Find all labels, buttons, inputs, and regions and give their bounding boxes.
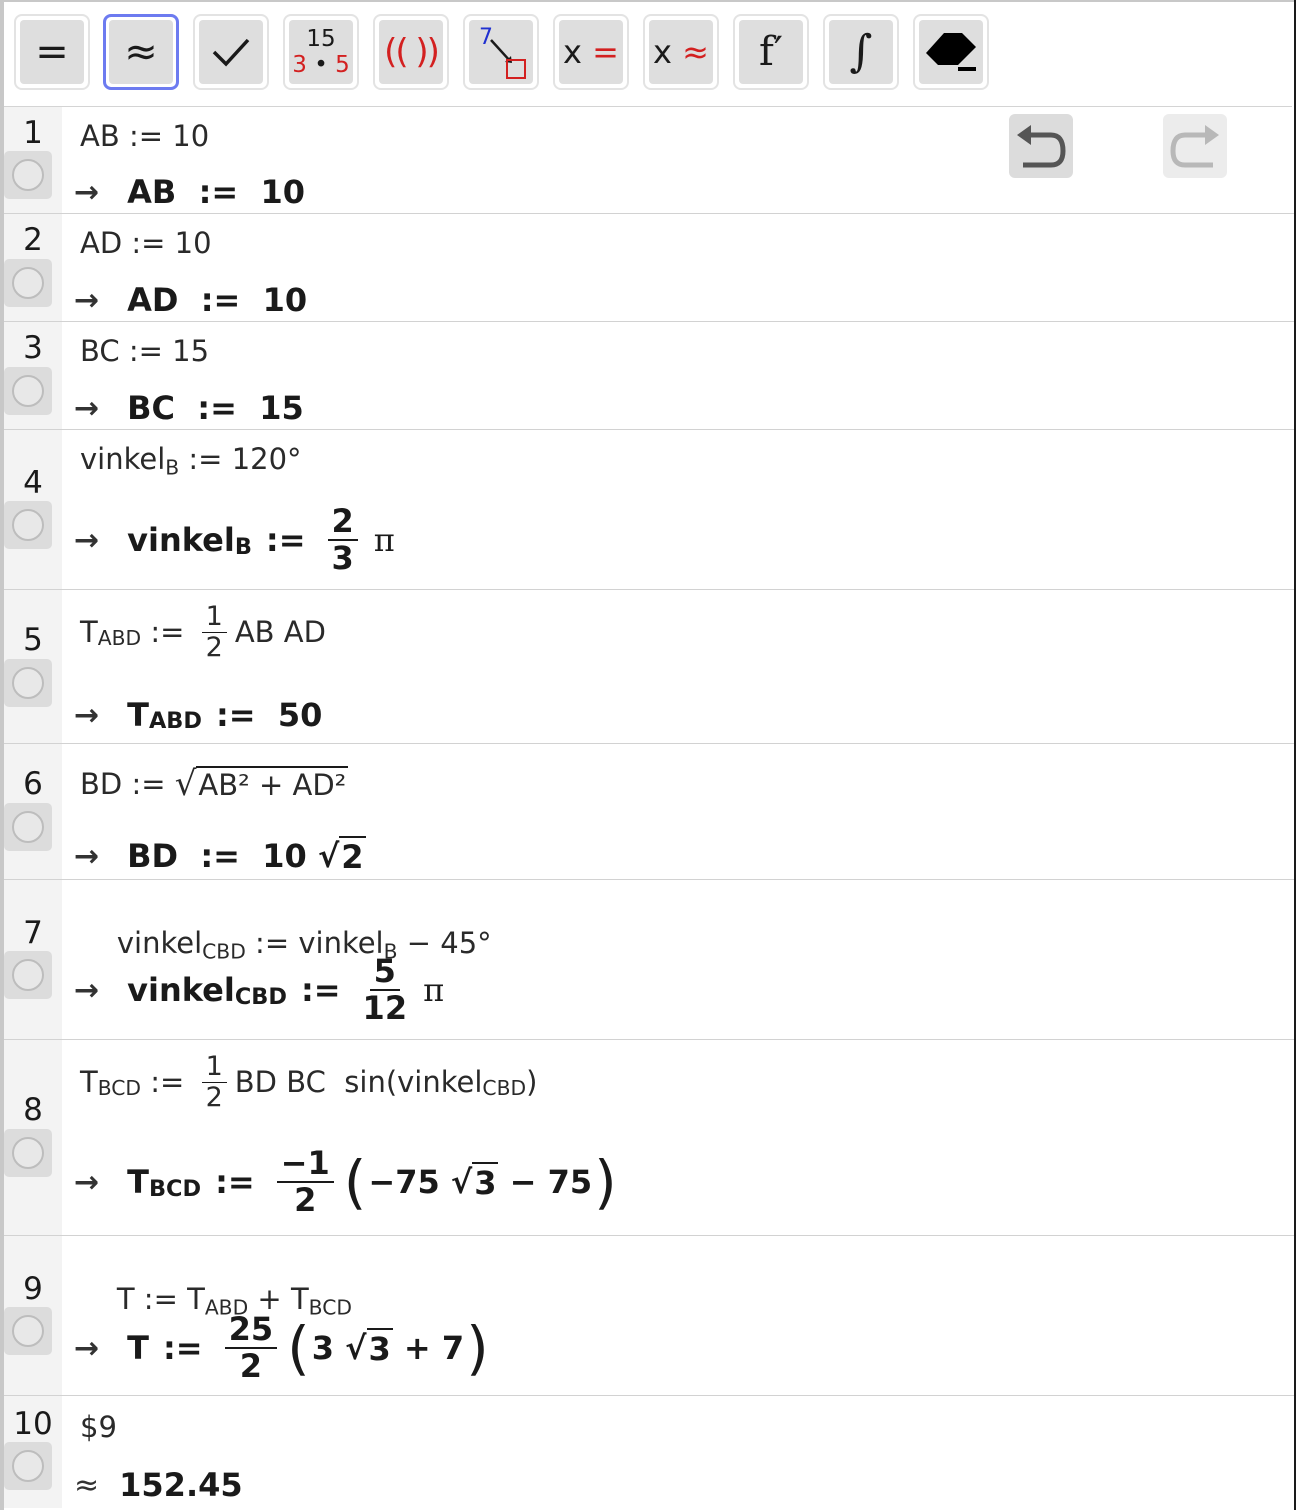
factor-button[interactable]: 15 3 • 5: [283, 14, 359, 90]
cas-row-3[interactable]: 3 BC := 15 → BC := 15: [4, 322, 1294, 430]
solve-numeric-button[interactable]: x ≈: [643, 14, 719, 90]
visibility-toggle[interactable]: [4, 1129, 52, 1177]
output-expression: T := 25 2 ( 3 √ 3 + 7 ): [127, 1310, 489, 1386]
output-expression: BC := 15: [127, 389, 304, 427]
row-output: ≈ 152.45: [74, 1466, 243, 1504]
cas-row-8[interactable]: 8 T BCD := 12 BD BC sin(vinkel CBD) → T BCD…: [4, 1040, 1294, 1236]
row-number: 1: [23, 115, 43, 151]
row-number: 10: [13, 1406, 53, 1442]
solve-button[interactable]: x =: [553, 14, 629, 90]
output-arrow: →: [74, 697, 100, 733]
checkmark-icon: [212, 38, 250, 67]
factor-top: 15: [306, 25, 336, 52]
substitute-button[interactable]: 7: [463, 14, 539, 90]
row-number: 7: [23, 915, 43, 951]
row-number: 6: [23, 766, 43, 802]
row-input[interactable]: $9: [80, 1410, 117, 1444]
row-input[interactable]: BC := 15: [80, 334, 209, 368]
row-output: → vinkel CBD := 5 12 π: [74, 952, 445, 1028]
output-expression: AD := 10: [127, 281, 308, 319]
cas-row-2[interactable]: 2 AD := 10 → AD := 10: [4, 214, 1294, 322]
approx-symbol: ≈: [74, 1467, 100, 1503]
output-expression: vinkel B := 23 π: [127, 502, 395, 578]
row-output: → T := 25 2 ( 3 √ 3 + 7 ): [74, 1310, 491, 1386]
row-output: → AD := 10: [74, 281, 307, 319]
numeric-button[interactable]: ≈: [103, 14, 179, 90]
keep-input-button[interactable]: [193, 14, 269, 90]
output-expression: vinkel CBD := 5 12 π: [127, 952, 445, 1028]
eraser-icon: [926, 33, 976, 71]
evaluate-button[interactable]: =: [14, 14, 90, 90]
output-expression: 152.45: [119, 1466, 243, 1504]
approx-icon: ≈: [124, 29, 158, 75]
fraction: 23: [327, 503, 358, 576]
factor-bottom: 3 • 5: [292, 52, 350, 78]
row-output: → BD := 10 √ 2: [74, 836, 366, 876]
visibility-toggle[interactable]: [4, 803, 52, 851]
expand-icon: (( )): [384, 32, 440, 72]
expand-button[interactable]: (( )): [373, 14, 449, 90]
equals-icon: =: [35, 29, 69, 75]
visibility-toggle[interactable]: [4, 367, 52, 415]
row-input[interactable]: T BCD := 12 BD BC sin(vinkel CBD): [80, 1052, 537, 1112]
cas-row-9[interactable]: 9 T := TABD + TBCD → T := 25 2 ( 3 √ 3 + 7…: [4, 1236, 1294, 1396]
nsolve-icon: x ≈: [653, 33, 709, 71]
row-output: → BC := 15: [74, 389, 304, 427]
output-expression: T BCD := −1 2 ( −75 √ 3 − 75 ): [127, 1144, 617, 1220]
row-number: 3: [23, 330, 43, 366]
cas-toolbar: = ≈ 15 3 • 5 (( )) 7 x = x ≈ f′ ∫: [4, 2, 1292, 107]
output-arrow: →: [74, 282, 100, 318]
cas-row-1[interactable]: 1 AB := 10 → AB := 10: [4, 107, 1294, 214]
output-arrow: →: [74, 1330, 100, 1366]
row-output: → AB := 10: [74, 173, 305, 211]
output-arrow: →: [74, 390, 100, 426]
row-output: → T BCD := −1 2 ( −75 √ 3 − 75 ): [74, 1144, 619, 1220]
row-number: 9: [23, 1271, 43, 1307]
output-arrow: →: [74, 838, 100, 874]
output-expression: T ABD:= 50: [127, 696, 323, 734]
cas-row-5[interactable]: 5 T ABD := 12 AB AD → T ABD:= 50: [4, 590, 1294, 744]
cas-row-10[interactable]: 10 $9 ≈ 152.45: [4, 1396, 1294, 1508]
row-output: → vinkel B := 23 π: [74, 502, 395, 578]
visibility-toggle[interactable]: [4, 1307, 52, 1355]
output-expression: AB := 10: [127, 173, 305, 211]
visibility-toggle[interactable]: [4, 951, 52, 999]
cas-row-6[interactable]: 6 BD := √ AB² + AD² → BD := 10 √ 2: [4, 744, 1294, 880]
integral-button[interactable]: ∫: [823, 14, 899, 90]
row-output: → T ABD:= 50: [74, 696, 322, 734]
visibility-toggle[interactable]: [4, 151, 52, 199]
cas-row-4[interactable]: 4 vinkelB := 120° → vinkel B := 23 π: [4, 430, 1294, 590]
visibility-toggle[interactable]: [4, 259, 52, 307]
output-arrow: →: [74, 174, 100, 210]
solve-icon: x =: [563, 33, 619, 71]
row-number: 2: [23, 222, 43, 258]
visibility-toggle[interactable]: [4, 659, 52, 707]
output-arrow: →: [74, 1164, 100, 1200]
svg-text:7: 7: [479, 25, 493, 50]
row-number: 4: [23, 465, 43, 501]
row-input[interactable]: vinkelB := 120°: [80, 442, 302, 480]
row-input[interactable]: AD := 10: [80, 226, 212, 260]
integral-icon: ∫: [849, 26, 873, 77]
row-input[interactable]: AB := 10: [80, 119, 209, 153]
row-input[interactable]: T ABD := 12 AB AD: [80, 602, 326, 662]
cas-row-7[interactable]: 7 vinkelCBD := vinkelB − 45° → vinkel CBD…: [4, 880, 1294, 1040]
row-number: 5: [23, 622, 43, 658]
output-arrow: →: [74, 522, 100, 558]
derivative-button[interactable]: f′: [733, 14, 809, 90]
visibility-toggle[interactable]: [4, 1442, 52, 1490]
output-arrow: →: [74, 972, 100, 1008]
visibility-toggle[interactable]: [4, 501, 52, 549]
row-input[interactable]: BD := √ AB² + AD²: [80, 764, 349, 804]
substitute-icon: 7: [479, 25, 526, 79]
row-number: 8: [23, 1092, 43, 1128]
delete-button[interactable]: [913, 14, 989, 90]
derivative-icon: f′: [759, 29, 783, 75]
output-expression: BD := 10 √ 2: [127, 836, 366, 876]
